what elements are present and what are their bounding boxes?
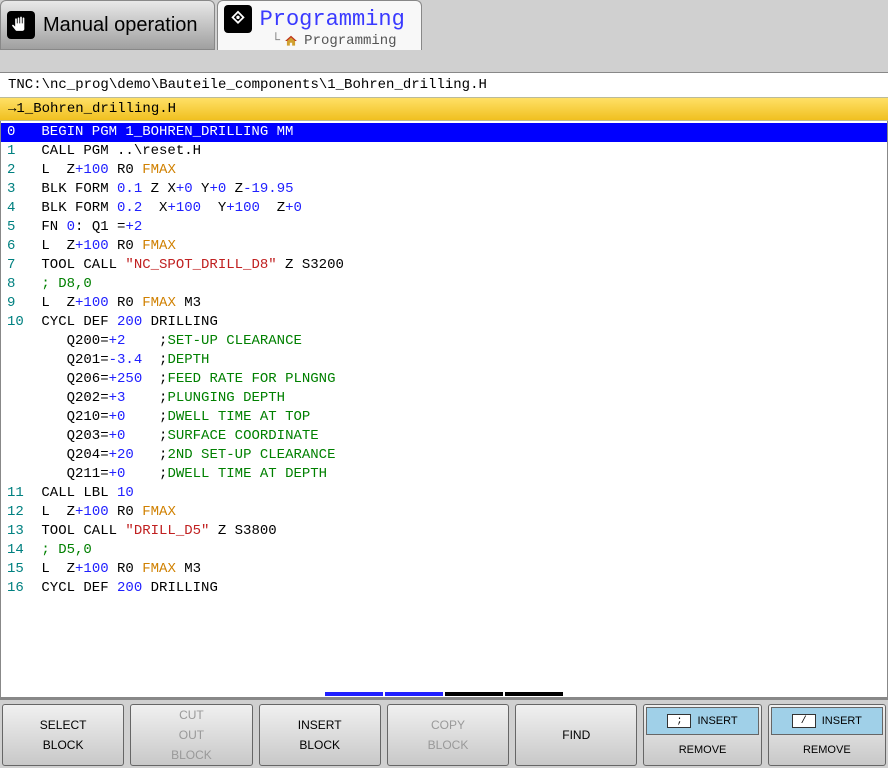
code-line[interactable]: 13 TOOL CALL "DRILL_D5" Z S3800 <box>1 522 887 541</box>
mode-tabs: Manual operation Programming └ Programmi… <box>0 0 888 50</box>
softkey-page-indicator <box>325 692 563 696</box>
code-line[interactable]: 9 L Z+100 R0 FMAX M3 <box>1 294 887 313</box>
code-line[interactable]: Q203=+0 ;SURFACE COORDINATE <box>1 427 887 446</box>
softkey-slash-insert-remove[interactable]: /INSERT REMOVE <box>768 704 886 766</box>
slash-icon: / <box>792 714 816 728</box>
code-line[interactable]: Q210=+0 ;DWELL TIME AT TOP <box>1 408 887 427</box>
nc-program-editor[interactable]: 0 BEGIN PGM 1_BOHREN_DRILLING MM 1 CALL … <box>0 121 888 698</box>
code-line[interactable]: 7 TOOL CALL "NC_SPOT_DRILL_D8" Z S3200 <box>1 256 887 275</box>
code-line[interactable]: 8 ; D8,0 <box>1 275 887 294</box>
semicolon-icon: ; <box>667 714 691 728</box>
code-line[interactable]: 10 CYCL DEF 200 DRILLING <box>1 313 887 332</box>
code-line[interactable]: 15 L Z+100 R0 FMAX M3 <box>1 560 887 579</box>
softkey-comment-insert-remove[interactable]: ;INSERT REMOVE <box>643 704 761 766</box>
code-line[interactable]: Q206=+250 ;FEED RATE FOR PLNGNG <box>1 370 887 389</box>
hand-icon <box>7 11 35 39</box>
file-path: TNC:\nc_prog\demo\Bauteile_components\1_… <box>0 72 888 97</box>
code-line[interactable]: 3 BLK FORM 0.1 Z X+0 Y+0 Z-19.95 <box>1 180 887 199</box>
code-line[interactable]: 11 CALL LBL 10 <box>1 484 887 503</box>
code-line[interactable]: Q200=+2 ;SET-UP CLEARANCE <box>1 332 887 351</box>
code-line[interactable]: 4 BLK FORM 0.2 X+100 Y+100 Z+0 <box>1 199 887 218</box>
code-line[interactable]: 12 L Z+100 R0 FMAX <box>1 503 887 522</box>
programming-icon <box>224 5 252 33</box>
softkey-insert-block[interactable]: INSERTBLOCK <box>259 704 381 766</box>
code-line[interactable]: 16 CYCL DEF 200 DRILLING <box>1 579 887 598</box>
code-line[interactable]: Q204=+20 ;2ND SET-UP CLEARANCE <box>1 446 887 465</box>
code-line[interactable]: 5 FN 0: Q1 =+2 <box>1 218 887 237</box>
softkey-bar: SELECTBLOCK CUTOUTBLOCK INSERTBLOCK COPY… <box>0 698 888 768</box>
code-line[interactable]: Q201=-3.4 ;DEPTH <box>1 351 887 370</box>
softkey-copy-block[interactable]: COPYBLOCK <box>387 704 509 766</box>
code-line[interactable]: 14 ; D5,0 <box>1 541 887 560</box>
softkey-find[interactable]: FIND <box>515 704 637 766</box>
code-line[interactable]: 6 L Z+100 R0 FMAX <box>1 237 887 256</box>
code-line[interactable]: 0 BEGIN PGM 1_BOHREN_DRILLING MM <box>1 123 887 142</box>
code-line[interactable]: Q211=+0 ;DWELL TIME AT DEPTH <box>1 465 887 484</box>
softkey-cut-out-block[interactable]: CUTOUTBLOCK <box>130 704 252 766</box>
tab-manual-operation[interactable]: Manual operation <box>0 0 215 50</box>
softkey-select-block[interactable]: SELECTBLOCK <box>2 704 124 766</box>
code-line[interactable]: 2 L Z+100 R0 FMAX <box>1 161 887 180</box>
tab-label: Manual operation <box>43 14 198 37</box>
code-line[interactable]: Q202=+3 ;PLUNGING DEPTH <box>1 389 887 408</box>
tab-programming[interactable]: Programming └ Programming <box>217 0 422 50</box>
file-name-bar: →1_Bohren_drilling.H <box>0 97 888 121</box>
home-icon <box>284 34 298 48</box>
breadcrumb: └ Programming <box>232 33 397 49</box>
code-line[interactable]: 1 CALL PGM ..\reset.H <box>1 142 887 161</box>
tab-label: Programming <box>260 7 405 32</box>
